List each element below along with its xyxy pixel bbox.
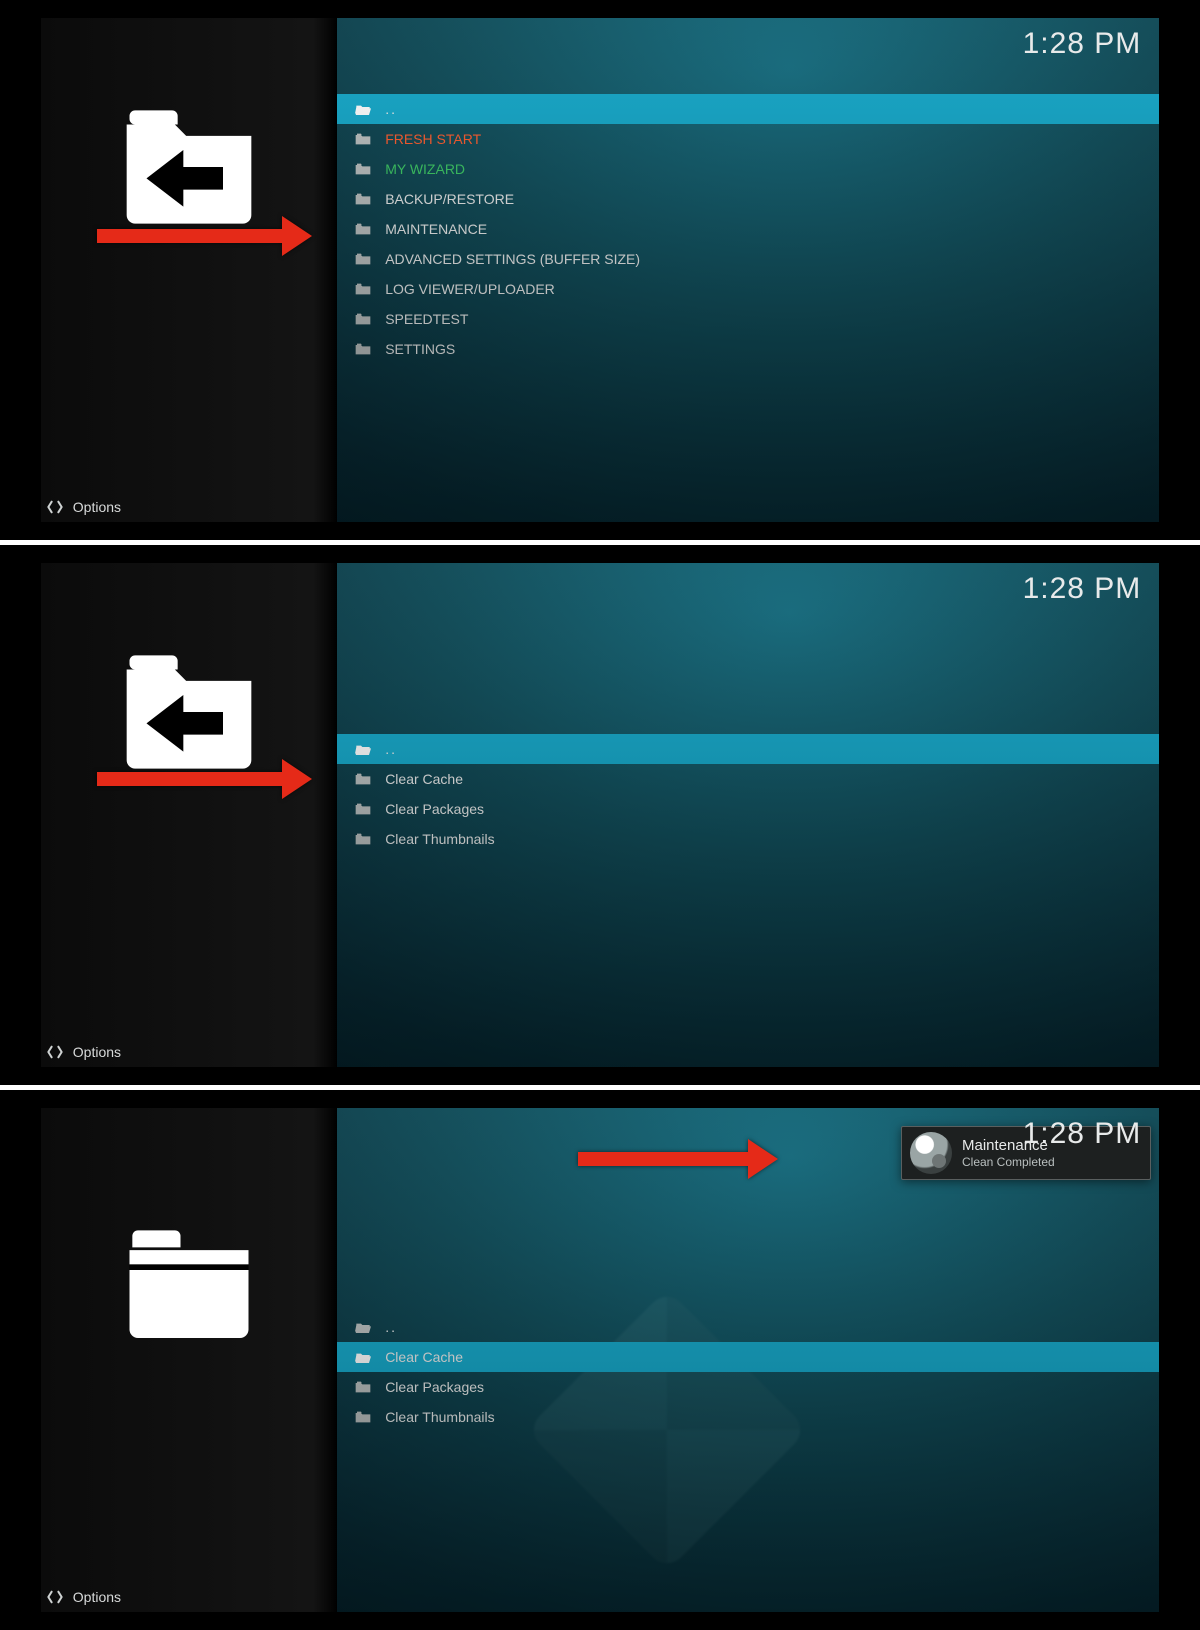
folder-icon [355, 743, 371, 755]
folder-icon [355, 1411, 371, 1423]
list-item-label: Clear Thumbnails [385, 1409, 494, 1425]
list-item[interactable]: Clear Packages [337, 1372, 1159, 1402]
list-item[interactable]: LOG VIEWER/UPLOADER [337, 274, 1159, 304]
annotation-arrow [97, 769, 312, 789]
list-item-label: LOG VIEWER/UPLOADER [385, 281, 555, 297]
options-button[interactable]: Options [41, 1582, 121, 1612]
folder-icon [355, 253, 371, 265]
parent-dir-row[interactable]: .. [337, 734, 1159, 764]
list-item-label: ADVANCED SETTINGS (BUFFER SIZE) [385, 251, 640, 267]
folder-icon [355, 1381, 371, 1393]
folder-icon [355, 833, 371, 845]
list-item-label: .. [385, 101, 397, 117]
folder-icon [355, 283, 371, 295]
list-item-label: SETTINGS [385, 341, 455, 357]
file-list: .. FRESH START MY WIZARD BACKUP/RESTORE MAIN… [337, 94, 1159, 364]
content-area: .. Clear Cache Clear Packages Clear Thumbna… [337, 1108, 1159, 1611]
list-item-label: BACKUP/RESTORE [385, 191, 514, 207]
options-icon [47, 1589, 63, 1605]
clock: 1:28 PM [1023, 27, 1142, 61]
options-label: Options [73, 1044, 121, 1060]
list-item[interactable]: SETTINGS [337, 334, 1159, 364]
list-item-label: SPEEDTEST [385, 311, 468, 327]
list-item-label: MY WIZARD [385, 161, 465, 177]
content-area: .. Clear Cache Clear Packages Clear Thumbna… [337, 563, 1159, 1066]
options-button[interactable]: Options [41, 1037, 121, 1067]
list-item[interactable]: Clear Thumbnails [337, 1402, 1159, 1432]
folder-icon [355, 223, 371, 235]
folder-back-icon [114, 644, 264, 772]
folder-icon [355, 1351, 371, 1363]
options-icon [47, 1044, 63, 1060]
list-item-label: MAINTENANCE [385, 221, 487, 237]
list-item-label: .. [385, 1319, 397, 1335]
sidebar [41, 563, 337, 1066]
sidebar [41, 18, 337, 521]
list-item-label: Clear Packages [385, 801, 484, 817]
folder-icon [355, 773, 371, 785]
file-list: .. Clear Cache Clear Packages Clear Thumbna… [337, 1312, 1159, 1432]
folder-icon [114, 1219, 264, 1347]
options-icon [47, 499, 63, 515]
list-item[interactable]: MAINTENANCE [337, 214, 1159, 244]
list-item-label: Clear Cache [385, 1349, 463, 1365]
list-item[interactable]: Clear Cache [337, 1342, 1159, 1372]
clock: 1:28 PM [1023, 572, 1142, 606]
list-item[interactable]: Clear Cache [337, 764, 1159, 794]
folder-icon [355, 103, 371, 115]
folder-icon [355, 343, 371, 355]
parent-dir-row[interactable]: .. [337, 1312, 1159, 1342]
list-item-label: Clear Cache [385, 771, 463, 787]
clock: 1:28 PM [1023, 1117, 1142, 1151]
list-item[interactable]: MY WIZARD [337, 154, 1159, 184]
list-item-label: Clear Thumbnails [385, 831, 494, 847]
list-item[interactable]: SPEEDTEST [337, 304, 1159, 334]
options-label: Options [73, 1589, 121, 1605]
folder-icon [355, 193, 371, 205]
folder-icon [355, 803, 371, 815]
annotation-arrow [97, 226, 312, 246]
list-item[interactable]: FRESH START [337, 124, 1159, 154]
folder-icon [355, 1321, 371, 1333]
list-item[interactable]: BACKUP/RESTORE [337, 184, 1159, 214]
folder-back-icon [114, 99, 264, 227]
options-label: Options [73, 499, 121, 515]
list-item-label: FRESH START [385, 131, 481, 147]
list-item-label: .. [385, 741, 397, 757]
sidebar [41, 1108, 337, 1611]
screenshot-panel: .. FRESH START MY WIZARD BACKUP/RESTORE MAIN… [0, 0, 1200, 545]
options-button[interactable]: Options [41, 492, 121, 522]
content-area: .. FRESH START MY WIZARD BACKUP/RESTORE MAIN… [337, 18, 1159, 521]
screenshot-panel: .. Clear Cache Clear Packages Clear Thumbna… [0, 545, 1200, 1090]
list-item-label: Clear Packages [385, 1379, 484, 1395]
file-list: .. Clear Cache Clear Packages Clear Thumbna… [337, 734, 1159, 854]
annotation-arrow [578, 1149, 778, 1169]
folder-icon [355, 133, 371, 145]
folder-icon [355, 163, 371, 175]
list-item[interactable]: ADVANCED SETTINGS (BUFFER SIZE) [337, 244, 1159, 274]
screenshot-panel: .. Clear Cache Clear Packages Clear Thumbna… [0, 1090, 1200, 1630]
list-item[interactable]: Clear Thumbnails [337, 824, 1159, 854]
list-item[interactable]: Clear Packages [337, 794, 1159, 824]
folder-icon [355, 313, 371, 325]
parent-dir-row[interactable]: .. [337, 94, 1159, 124]
